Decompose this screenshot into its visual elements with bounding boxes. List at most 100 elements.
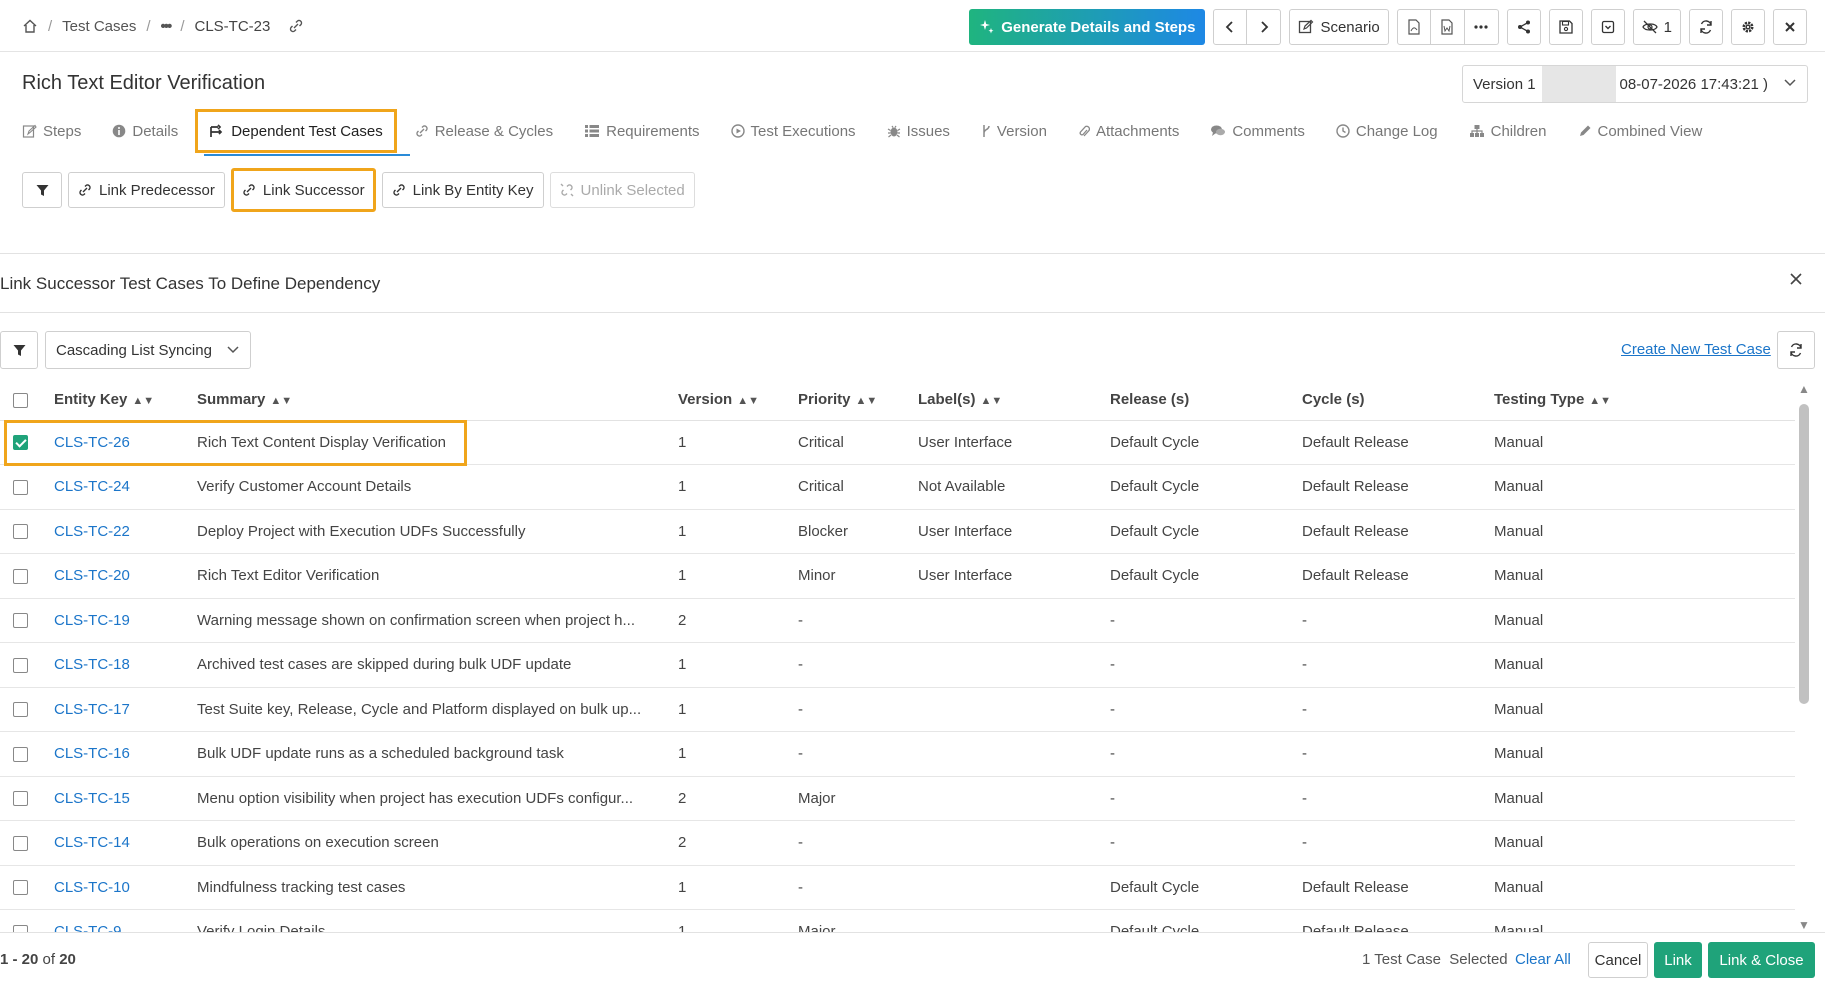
column-header-priority[interactable]: Priority ▲▼ — [798, 380, 918, 421]
entity-key-link[interactable]: CLS-TC-14 — [54, 820, 197, 866]
entity-key-link[interactable]: CLS-TC-19 — [54, 598, 197, 643]
row-checkbox-cell — [0, 464, 54, 510]
panel-refresh-button[interactable] — [1777, 331, 1815, 369]
link-successor-button[interactable]: Link Successor — [230, 168, 376, 212]
scrollbar-thumb[interactable] — [1799, 404, 1809, 704]
sort-icon: ▲▼ — [270, 395, 293, 408]
create-new-test-case-link[interactable]: Create New Test Case — [1621, 341, 1771, 358]
row-checkbox[interactable] — [13, 924, 28, 932]
scroll-down-icon[interactable]: ▼ — [1798, 918, 1810, 932]
table-row[interactable]: CLS-TC-18 Archived test cases are skipped… — [0, 642, 1795, 688]
tab-details[interactable]: Details — [112, 111, 178, 151]
row-checkbox[interactable] — [13, 746, 28, 762]
scroll-up-icon[interactable]: ▲ — [1798, 382, 1810, 396]
entity-key-link[interactable]: CLS-TC-15 — [54, 776, 197, 821]
tab-requirements[interactable]: Requirements — [584, 111, 700, 151]
tab-dependent-test-cases[interactable]: Dependent Test Cases — [195, 109, 397, 153]
table-row[interactable]: CLS-TC-15 Menu option visibility when pro… — [0, 776, 1795, 821]
settings-button[interactable] — [1731, 9, 1765, 45]
entity-key-link[interactable]: CLS-TC-20 — [54, 553, 197, 599]
cancel-button[interactable]: Cancel — [1588, 942, 1648, 978]
table-row[interactable]: CLS-TC-22 Deploy Project with Execution U… — [0, 509, 1795, 554]
entity-key-link[interactable]: CLS-TC-24 — [54, 464, 197, 510]
row-checkbox[interactable] — [13, 524, 28, 540]
entity-key-link[interactable]: CLS-TC-16 — [54, 731, 197, 777]
entity-key-link[interactable]: CLS-TC-9 — [54, 909, 197, 932]
row-checkbox[interactable] — [13, 835, 28, 851]
link-button[interactable]: Link — [1654, 942, 1702, 978]
column-header-version[interactable]: Version ▲▼ — [678, 380, 798, 421]
table-row[interactable]: CLS-TC-10 Mindfulness tracking test cases… — [0, 865, 1795, 910]
next-button[interactable] — [1247, 9, 1282, 45]
tab-release-cycles[interactable]: Release & Cycles — [415, 111, 553, 151]
share-button[interactable] — [1506, 9, 1541, 45]
tab-change-log[interactable]: Change Log — [1336, 111, 1438, 151]
project-select[interactable]: Cascading List Syncing — [45, 331, 251, 369]
testing-type-cell: Manual — [1494, 598, 1795, 643]
more-options-button[interactable] — [1464, 9, 1499, 45]
table-row[interactable]: CLS-TC-20 Rich Text Editor Verification 1 M… — [0, 553, 1795, 599]
breadcrumb-current: CLS-TC-23 — [194, 17, 271, 35]
column-header-entity-key[interactable]: Entity Key ▲▼ — [54, 380, 197, 421]
refresh-page-button[interactable] — [1689, 9, 1723, 45]
previous-button[interactable] — [1213, 9, 1248, 45]
row-checkbox[interactable] — [13, 702, 28, 718]
clear-all-link[interactable]: Clear All — [1515, 951, 1571, 968]
row-checkbox[interactable] — [13, 435, 28, 451]
tab-combined-view[interactable]: Combined View — [1578, 111, 1702, 151]
close-page-button[interactable] — [1773, 9, 1807, 45]
archive-button[interactable] — [1590, 9, 1625, 45]
column-header-summary[interactable]: Summary ▲▼ — [197, 380, 678, 421]
table-row[interactable]: CLS-TC-26 Rich Text Content Display Verif… — [0, 420, 1795, 465]
export-pdf-button[interactable] — [1396, 9, 1431, 45]
filter-button[interactable] — [22, 172, 62, 208]
panel-close-button[interactable] — [1789, 272, 1803, 286]
table-row[interactable]: CLS-TC-19 Warning message shown on confir… — [0, 598, 1795, 643]
row-checkbox[interactable] — [13, 479, 28, 495]
breadcrumb-test-cases[interactable]: Test Cases — [62, 18, 136, 35]
generate-details-button[interactable]: Generate Details and Steps — [969, 9, 1206, 45]
table-row[interactable]: CLS-TC-16 Bulk UDF update runs as a sched… — [0, 731, 1795, 777]
row-checkbox[interactable] — [13, 657, 28, 673]
tab-children[interactable]: Children — [1469, 111, 1547, 151]
save-button[interactable] — [1548, 9, 1583, 45]
row-checkbox[interactable] — [13, 880, 28, 896]
table-row[interactable]: CLS-TC-17 Test Suite key, Release, Cycle … — [0, 687, 1795, 732]
entity-key-link[interactable]: CLS-TC-22 — [54, 509, 197, 554]
table-scrollbar[interactable]: ▲ ▼ — [1797, 380, 1811, 932]
tab-attachments[interactable]: Attachments — [1078, 111, 1179, 151]
tab-version[interactable]: Version — [981, 111, 1047, 151]
tab-steps[interactable]: Steps — [22, 111, 81, 151]
tab-comments[interactable]: Comments — [1210, 111, 1305, 151]
sort-icon: ▲▼ — [132, 395, 155, 408]
row-checkbox[interactable] — [13, 613, 28, 629]
row-checkbox-cell — [0, 731, 54, 777]
breadcrumb-ellipsis[interactable]: ••• — [161, 18, 173, 35]
entity-key-link[interactable]: CLS-TC-10 — [54, 865, 197, 910]
entity-key-link[interactable]: CLS-TC-18 — [54, 642, 197, 688]
link-predecessor-button[interactable]: Link Predecessor — [68, 172, 225, 208]
table-row[interactable]: CLS-TC-9 Verify Login Details 1 Major Defaul… — [0, 909, 1795, 932]
entity-key-link[interactable]: CLS-TC-26 — [54, 420, 197, 465]
home-icon[interactable] — [22, 18, 38, 34]
version-select[interactable]: Version 1 08-07-2026 17:43:21 ) — [1462, 65, 1808, 103]
row-checkbox[interactable] — [13, 791, 28, 807]
column-header-labels[interactable]: Label(s) ▲▼ — [918, 380, 1110, 421]
tab-test-executions[interactable]: Test Executions — [730, 111, 856, 151]
link-and-close-button[interactable]: Link & Close — [1708, 942, 1815, 978]
watch-button[interactable]: 1 — [1632, 9, 1681, 45]
export-word-button[interactable] — [1430, 9, 1465, 45]
unlink-selected-button[interactable]: Unlink Selected — [549, 172, 695, 208]
tab-issues[interactable]: Issues — [887, 111, 950, 151]
select-all-checkbox[interactable] — [13, 392, 28, 408]
labels-cell: Not Available — [918, 464, 1110, 510]
table-row[interactable]: CLS-TC-24 Verify Customer Account Details… — [0, 464, 1795, 510]
panel-filter-button[interactable] — [0, 331, 38, 369]
link-by-entity-key-button[interactable]: Link By Entity Key — [381, 172, 544, 208]
column-header-testing-type[interactable]: Testing Type ▲▼ — [1494, 380, 1795, 421]
row-checkbox[interactable] — [13, 568, 28, 584]
scenario-button[interactable]: Scenario — [1289, 9, 1389, 45]
copy-link-icon[interactable] — [288, 18, 304, 34]
table-row[interactable]: CLS-TC-14 Bulk operations on execution sc… — [0, 820, 1795, 866]
entity-key-link[interactable]: CLS-TC-17 — [54, 687, 197, 732]
